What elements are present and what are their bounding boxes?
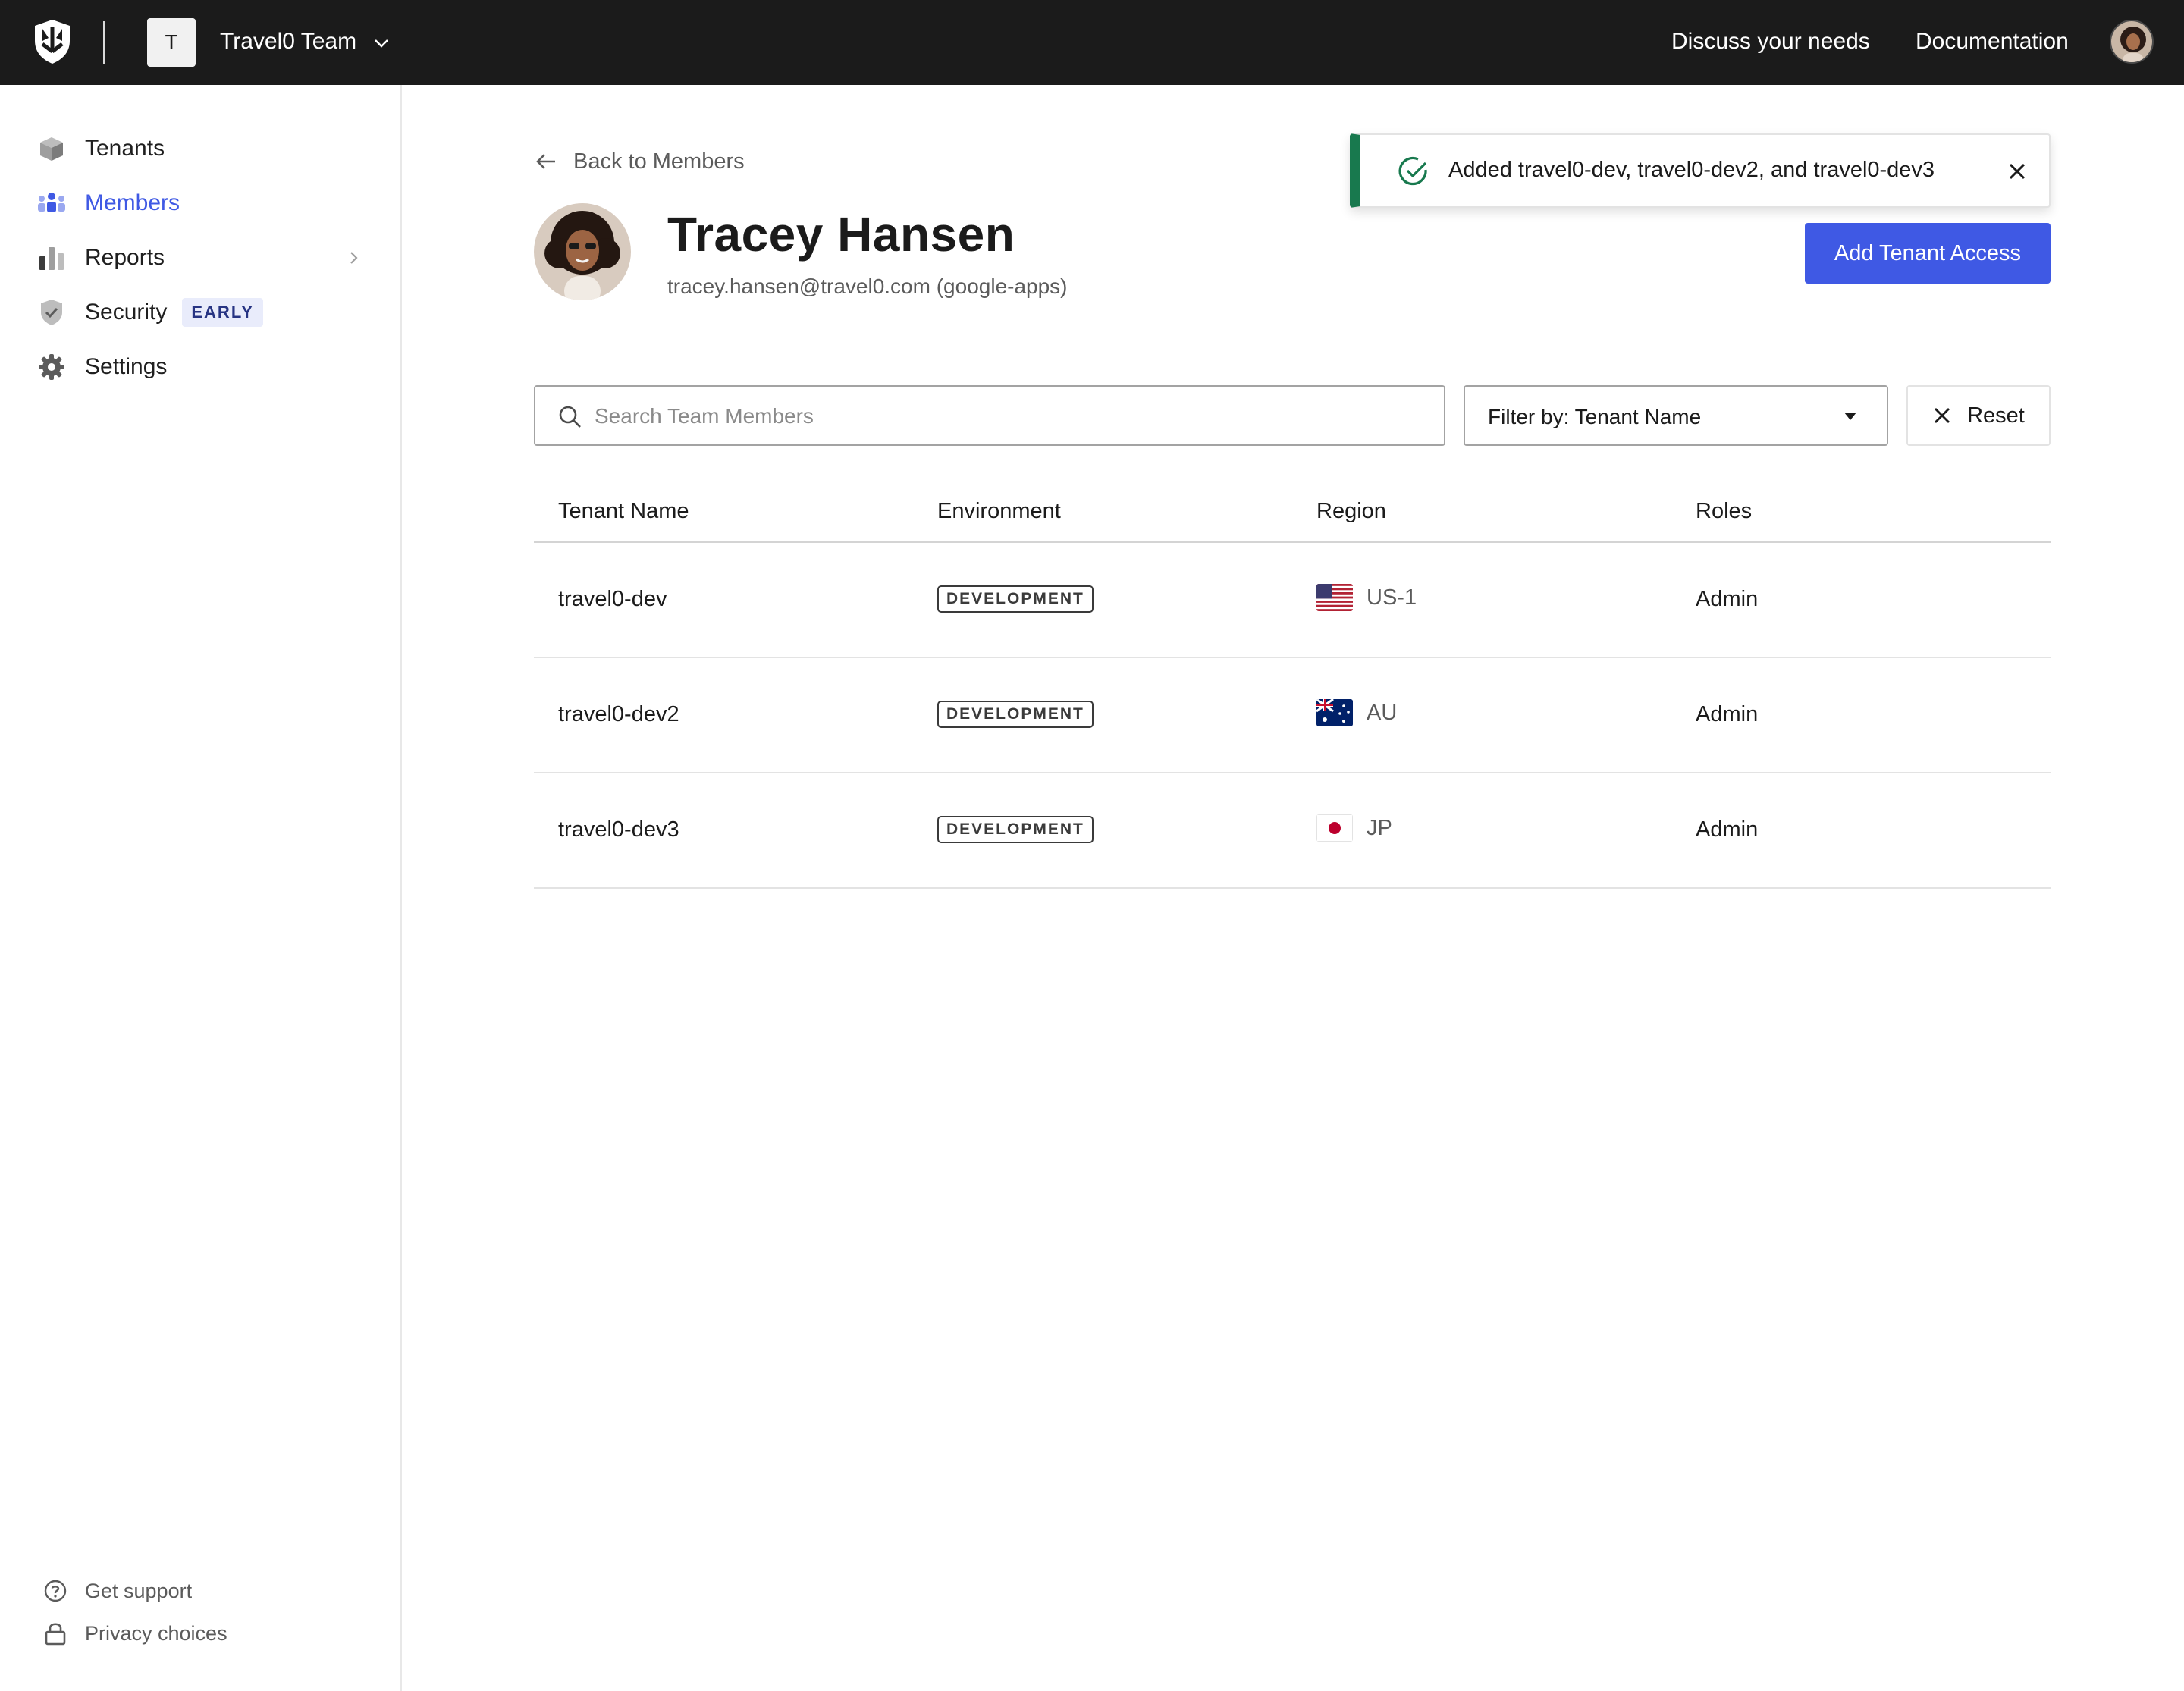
- tenant-access-table: Tenant Name Environment Region Roles tra…: [534, 485, 2051, 889]
- privacy-choices-label: Privacy choices: [85, 1621, 228, 1645]
- search-field[interactable]: [534, 385, 1445, 446]
- members-icon: [36, 188, 67, 218]
- us-flag-icon: [1316, 584, 1353, 611]
- gear-icon: [36, 352, 67, 382]
- cube-icon: [36, 133, 67, 164]
- get-support-label: Get support: [85, 1579, 193, 1602]
- member-avatar-image: [534, 203, 631, 300]
- team-avatar[interactable]: T: [147, 18, 196, 67]
- toast-message: Added travel0-dev, travel0-dev2, and tra…: [1448, 158, 1935, 182]
- sidebar-item-members[interactable]: Members: [36, 185, 180, 221]
- column-header-region[interactable]: Region: [1316, 499, 1386, 524]
- environment-badge: DEVELOPMENT: [937, 585, 1094, 613]
- lock-icon: [42, 1620, 68, 1646]
- tenant-filter-select[interactable]: Filter by: Tenant Name: [1464, 385, 1888, 446]
- shield-logo-icon[interactable]: [32, 18, 73, 65]
- table-row[interactable]: travel0-dev2 DEVELOPMENT AU Admin: [534, 658, 2051, 773]
- team-switcher[interactable]: Travel0 Team: [220, 29, 356, 55]
- region-label: JP: [1367, 815, 1392, 840]
- chevron-right-icon[interactable]: [344, 249, 362, 267]
- sidebar-item-settings[interactable]: Settings: [36, 349, 167, 385]
- success-toast: Added travel0-dev, travel0-dev2, and tra…: [1350, 133, 2051, 208]
- discuss-needs-link[interactable]: Discuss your needs: [1671, 29, 1870, 55]
- user-avatar[interactable]: [2110, 20, 2154, 64]
- topbar-divider: [103, 21, 105, 64]
- tenant-name-cell: travel0-dev3: [558, 817, 679, 842]
- region-label: US-1: [1367, 585, 1417, 610]
- user-avatar-image: [2111, 21, 2152, 62]
- check-circle-icon: [1398, 156, 1427, 186]
- sidebar-item-reports[interactable]: Reports: [36, 240, 362, 276]
- region-cell: JP: [1316, 814, 1392, 842]
- role-cell: Admin: [1696, 817, 1759, 842]
- environment-badge: DEVELOPMENT: [937, 701, 1094, 728]
- shield-check-icon: [36, 297, 67, 328]
- sidebar-item-label: Tenants: [85, 136, 165, 161]
- sidebar-item-label: Settings: [85, 354, 168, 379]
- table-row[interactable]: travel0-dev3 DEVELOPMENT JP Admin: [534, 773, 2051, 889]
- jp-flag-icon: [1316, 814, 1353, 842]
- sidebar-item-tenants[interactable]: Tenants: [36, 130, 165, 167]
- add-tenant-access-button[interactable]: Add Tenant Access: [1805, 223, 2051, 284]
- sidebar-item-security[interactable]: Security EARLY: [36, 294, 263, 331]
- region-cell: US-1: [1316, 584, 1417, 611]
- get-support-link[interactable]: Get support: [42, 1576, 192, 1606]
- environment-badge: DEVELOPMENT: [937, 816, 1094, 843]
- au-flag-icon: [1316, 699, 1353, 726]
- top-bar: T Travel0 Team Discuss your needs Docume…: [0, 0, 2184, 85]
- table-row[interactable]: travel0-dev DEVELOPMENT US-1 Admin: [534, 543, 2051, 658]
- sidebar-item-label: Members: [85, 190, 180, 215]
- filter-label: Filter by: Tenant Name: [1488, 405, 1702, 428]
- tenant-name-cell: travel0-dev2: [558, 702, 679, 726]
- role-cell: Admin: [1696, 587, 1759, 611]
- sidebar-item-label: Reports: [85, 245, 165, 270]
- arrow-left-icon: [536, 154, 555, 169]
- caret-down-icon: [1844, 413, 1856, 420]
- reset-label: Reset: [1967, 403, 2025, 428]
- search-icon: [559, 406, 581, 428]
- column-header-environment[interactable]: Environment: [937, 499, 1061, 524]
- sidebar-item-label: Security: [85, 300, 168, 325]
- back-to-members-link[interactable]: Back to Members: [534, 149, 745, 174]
- early-badge: EARLY: [182, 298, 263, 327]
- column-header-tenant-name[interactable]: Tenant Name: [558, 499, 689, 524]
- member-email: tracey.hansen@travel0.com (google-apps): [667, 275, 1068, 298]
- region-cell: AU: [1316, 699, 1397, 726]
- member-name: Tracey Hansen: [667, 207, 1015, 262]
- table-header: Tenant Name Environment Region Roles: [534, 485, 2051, 543]
- back-link-label: Back to Members: [573, 149, 745, 174]
- close-icon: [1935, 408, 1950, 423]
- help-circle-icon: [42, 1578, 68, 1604]
- bar-chart-icon: [36, 243, 67, 273]
- column-header-roles[interactable]: Roles: [1696, 499, 1752, 524]
- documentation-link[interactable]: Documentation: [1916, 29, 2069, 55]
- sidebar: Tenants Members Reports Security EARLY S…: [0, 85, 402, 1691]
- chevron-down-icon[interactable]: [372, 33, 391, 53]
- region-label: AU: [1367, 700, 1398, 725]
- role-cell: Admin: [1696, 702, 1759, 726]
- privacy-choices-link[interactable]: Privacy choices: [42, 1618, 228, 1649]
- search-input[interactable]: [595, 388, 1429, 444]
- close-icon[interactable]: [2007, 161, 2028, 182]
- reset-button[interactable]: Reset: [1906, 385, 2051, 446]
- tenant-name-cell: travel0-dev: [558, 587, 667, 611]
- member-avatar: [534, 203, 631, 300]
